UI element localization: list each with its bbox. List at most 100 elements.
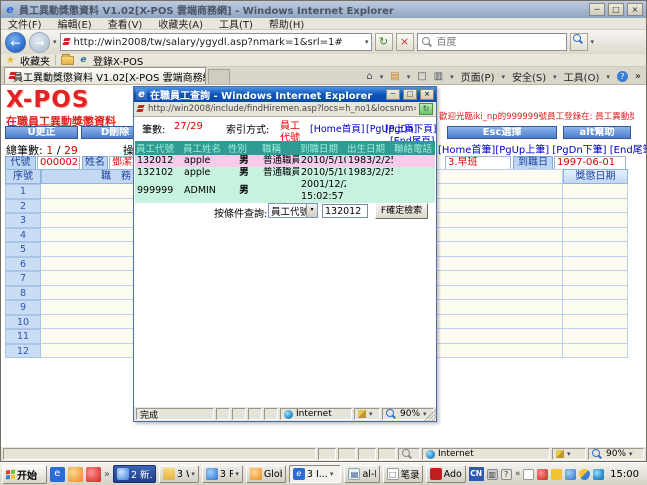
address-input[interactable] [74,37,362,48]
select-dropdown-icon[interactable]: ▾ [306,204,317,217]
tray-qq-icon[interactable] [537,469,548,480]
page-dropdown-icon[interactable]: ▾ [501,73,505,81]
flag-dropdown-icon[interactable]: ▾ [567,450,571,458]
quicklaunch-qq-icon[interactable] [68,467,83,482]
esc-select-button[interactable]: Esc選擇 [447,126,557,139]
home-icon[interactable]: ⌂ [366,71,372,82]
close-button[interactable]: × [627,3,643,16]
refresh-button[interactable]: ↻ [375,33,393,51]
tools-dropdown-icon[interactable]: ▾ [606,73,610,81]
task-button[interactable]: Glob... [246,465,286,483]
history-dropdown-icon[interactable]: ▾ [53,38,57,46]
row-number[interactable]: 1 [5,184,41,199]
new-tab-button[interactable] [208,69,230,84]
read-mail-icon[interactable]: □ [417,71,426,82]
menu-favorites[interactable]: 收藏夹(A) [158,16,203,31]
record-nav-links[interactable]: [Home首筆][PgUp上筆] [PgDn下筆] [End尾筆] [438,141,646,156]
feeds-dropdown-icon[interactable]: ▾ [407,73,411,81]
query-value-input[interactable] [322,204,368,218]
row-number[interactable]: 8 [5,286,41,301]
task-button[interactable]: 3 R... ▾ [202,465,243,483]
search-input[interactable] [437,37,562,48]
tray-star-icon[interactable] [551,469,562,480]
tray-network-icon[interactable] [593,469,604,480]
main-titlebar[interactable]: e 員工異動獎懲資料 V1.02[X-POS 雲端商務網] - Windows … [1,1,646,18]
task-button[interactable]: □ 笔录... [383,465,423,483]
address-dropdown-icon[interactable]: ▾ [365,38,369,46]
code-field[interactable]: 000002 [37,156,80,170]
row-number[interactable]: 5 [5,242,41,257]
feeds-icon[interactable]: ▤ [390,71,399,82]
employee-row[interactable]: 132102 apple 男 普通職員 2010/5/10 1983/2/25 [135,167,435,179]
address-bar[interactable]: ▾ [60,33,372,51]
favorites-button[interactable]: 收藏夹 [20,53,50,68]
confirm-search-button[interactable]: F確定檢索 [375,203,428,219]
row-number[interactable]: 12 [5,344,41,359]
task-button-current[interactable]: e 3 I... ▾ [289,465,342,483]
popup-protected-pane[interactable]: ▾ [354,408,380,420]
safety-menu[interactable]: 安全(S) [512,69,546,84]
page-menu[interactable]: 页面(P) [461,69,495,84]
hire-date-field[interactable]: 1997-06-01 [554,156,626,170]
popup-minimize-button[interactable]: ─ [386,89,400,100]
row-number[interactable]: 4 [5,228,41,243]
task-button[interactable]: Adob... [426,465,466,483]
resize-grip[interactable] [424,409,436,421]
alt-help-button[interactable]: alt幫助 [563,126,631,139]
search-go-button[interactable] [570,33,588,51]
row-number[interactable]: 10 [5,315,41,330]
minimize-button[interactable]: ─ [589,3,605,16]
row-number[interactable]: 7 [5,271,41,286]
safety-dropdown-icon[interactable]: ▾ [553,73,557,81]
row-number[interactable]: 11 [5,329,41,344]
quicklaunch-messenger-icon[interactable] [86,467,101,482]
update-button[interactable]: U更正 [5,126,78,139]
employee-row[interactable]: 999999 ADMIN 男 2001/12/25 15:02:57 [135,179,435,203]
zoom-dropdown-icon[interactable]: ▾ [629,450,633,458]
popup-close-button[interactable]: × [420,89,434,100]
employee-row-selected[interactable]: 132012 apple 男 普通職員 2010/5/10 1983/2/25 [135,155,435,167]
row-number[interactable]: 3 [5,213,41,228]
popup-maximize-button[interactable]: □ [403,89,417,100]
search-box[interactable] [417,33,567,51]
toolbar-overflow-icon[interactable]: » [635,71,641,82]
home-dropdown-icon[interactable]: ▾ [380,73,384,81]
quicklaunch-ie-icon[interactable]: e [50,467,65,482]
row-number[interactable]: 9 [5,300,41,315]
maximize-button[interactable]: □ [608,3,624,16]
tools-menu[interactable]: 工具(O) [564,69,600,84]
popup-go-icon[interactable]: ↻ [419,103,433,115]
task-button[interactable]: 3 W... ▾ [159,465,199,483]
shift-field[interactable]: 3.早班 [445,156,511,170]
menu-help[interactable]: 帮助(H) [269,16,304,31]
protected-mode-pane[interactable]: ▾ [552,448,586,460]
clock[interactable]: 15:00 [607,469,642,480]
favorites-link[interactable]: 登錄X-POS [93,53,143,68]
tray-doc-icon[interactable] [523,469,534,480]
print-icon[interactable]: ▥ [434,71,443,82]
back-button[interactable]: ← [5,32,26,53]
task-button[interactable]: ▤ al-L... [344,465,379,483]
quicklaunch-overflow-icon[interactable]: » [104,469,110,480]
popup-titlebar[interactable]: e 在職員工查詢 - Windows Internet Explorer ─ □… [134,87,436,102]
menu-view[interactable]: 查看(V) [108,16,143,31]
query-field-select[interactable]: 員工代號 ▾ [268,203,318,218]
printer-tray-icon[interactable]: ▥ [487,469,498,480]
tray-shield-icon[interactable] [579,469,590,480]
zoom-pane[interactable]: 90% ▾ [588,448,644,460]
tray-expand-icon[interactable]: » [515,469,521,479]
help-icon[interactable]: ? [617,71,628,82]
row-number[interactable]: 2 [5,199,41,214]
menu-tools[interactable]: 工具(T) [219,16,253,31]
tray-update-icon[interactable] [565,469,576,480]
language-indicator[interactable]: CN [469,467,484,481]
favorites-folder-icon[interactable] [61,56,74,65]
menu-edit[interactable]: 編輯(E) [58,16,92,31]
row-number[interactable]: 6 [5,257,41,272]
browser-tab[interactable]: 員工異動獎懲資料 V1.02[X-POS 雲端商務網] [4,67,206,84]
search-options-icon[interactable]: ▾ [591,38,595,46]
menu-file[interactable]: 文件(F) [8,16,42,31]
stop-button[interactable]: × [396,33,414,51]
start-button[interactable]: 开始 [2,465,47,484]
help-tray-icon[interactable]: ? [501,469,512,480]
